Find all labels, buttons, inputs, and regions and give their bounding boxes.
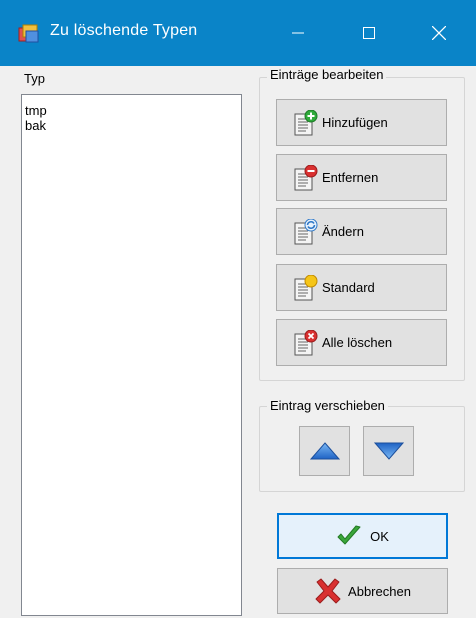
standard-button[interactable]: Standard [276, 264, 447, 311]
document-delete-icon [294, 329, 318, 356]
minimize-icon [292, 32, 304, 34]
document-star-icon [294, 274, 318, 301]
ok-button-label: OK [370, 528, 389, 544]
document-add-icon [294, 109, 318, 136]
cancel-button[interactable]: Abbrechen [277, 568, 448, 614]
standard-button-label: Standard [322, 280, 375, 295]
minimize-button[interactable] [275, 15, 321, 51]
remove-button[interactable]: Entfernen [276, 154, 447, 201]
checkmark-icon [336, 524, 362, 548]
cancel-button-label: Abbrechen [348, 583, 411, 599]
list-item[interactable]: bak [25, 118, 241, 133]
dialog-window: Zu löschende Typen Typ tmp bak Einträge … [0, 0, 476, 618]
move-entry-group-title: Eintrag verschieben [267, 398, 388, 413]
remove-button-label: Entfernen [322, 170, 379, 185]
window-title: Zu löschende Typen [50, 22, 198, 39]
close-button[interactable] [416, 15, 462, 51]
maximize-button[interactable] [346, 15, 392, 51]
add-button-label: Hinzufügen [322, 115, 388, 130]
list-item[interactable]: tmp [25, 103, 241, 118]
types-label: Typ [24, 71, 45, 86]
edit-entries-group-title: Einträge bearbeiten [267, 67, 387, 82]
clear-all-button-label: Alle löschen [322, 335, 393, 350]
clear-all-button[interactable]: Alle löschen [276, 319, 447, 366]
change-button-label: Ändern [322, 224, 364, 239]
document-refresh-icon [294, 218, 318, 245]
title-bar: Zu löschende Typen [0, 0, 476, 66]
change-button[interactable]: Ändern [276, 208, 447, 255]
types-listbox[interactable]: tmp bak [21, 94, 242, 616]
add-button[interactable]: Hinzufügen [276, 99, 447, 146]
move-up-button[interactable] [299, 426, 350, 476]
move-entry-group [259, 406, 465, 492]
document-remove-icon [294, 164, 318, 191]
move-down-button[interactable] [363, 426, 414, 476]
cross-icon [314, 578, 342, 604]
arrow-down-icon [373, 442, 404, 460]
close-icon [432, 26, 446, 40]
arrow-up-icon [309, 442, 340, 460]
window-app-icon [18, 23, 40, 43]
ok-button[interactable]: OK [277, 513, 448, 559]
maximize-icon [363, 27, 375, 39]
